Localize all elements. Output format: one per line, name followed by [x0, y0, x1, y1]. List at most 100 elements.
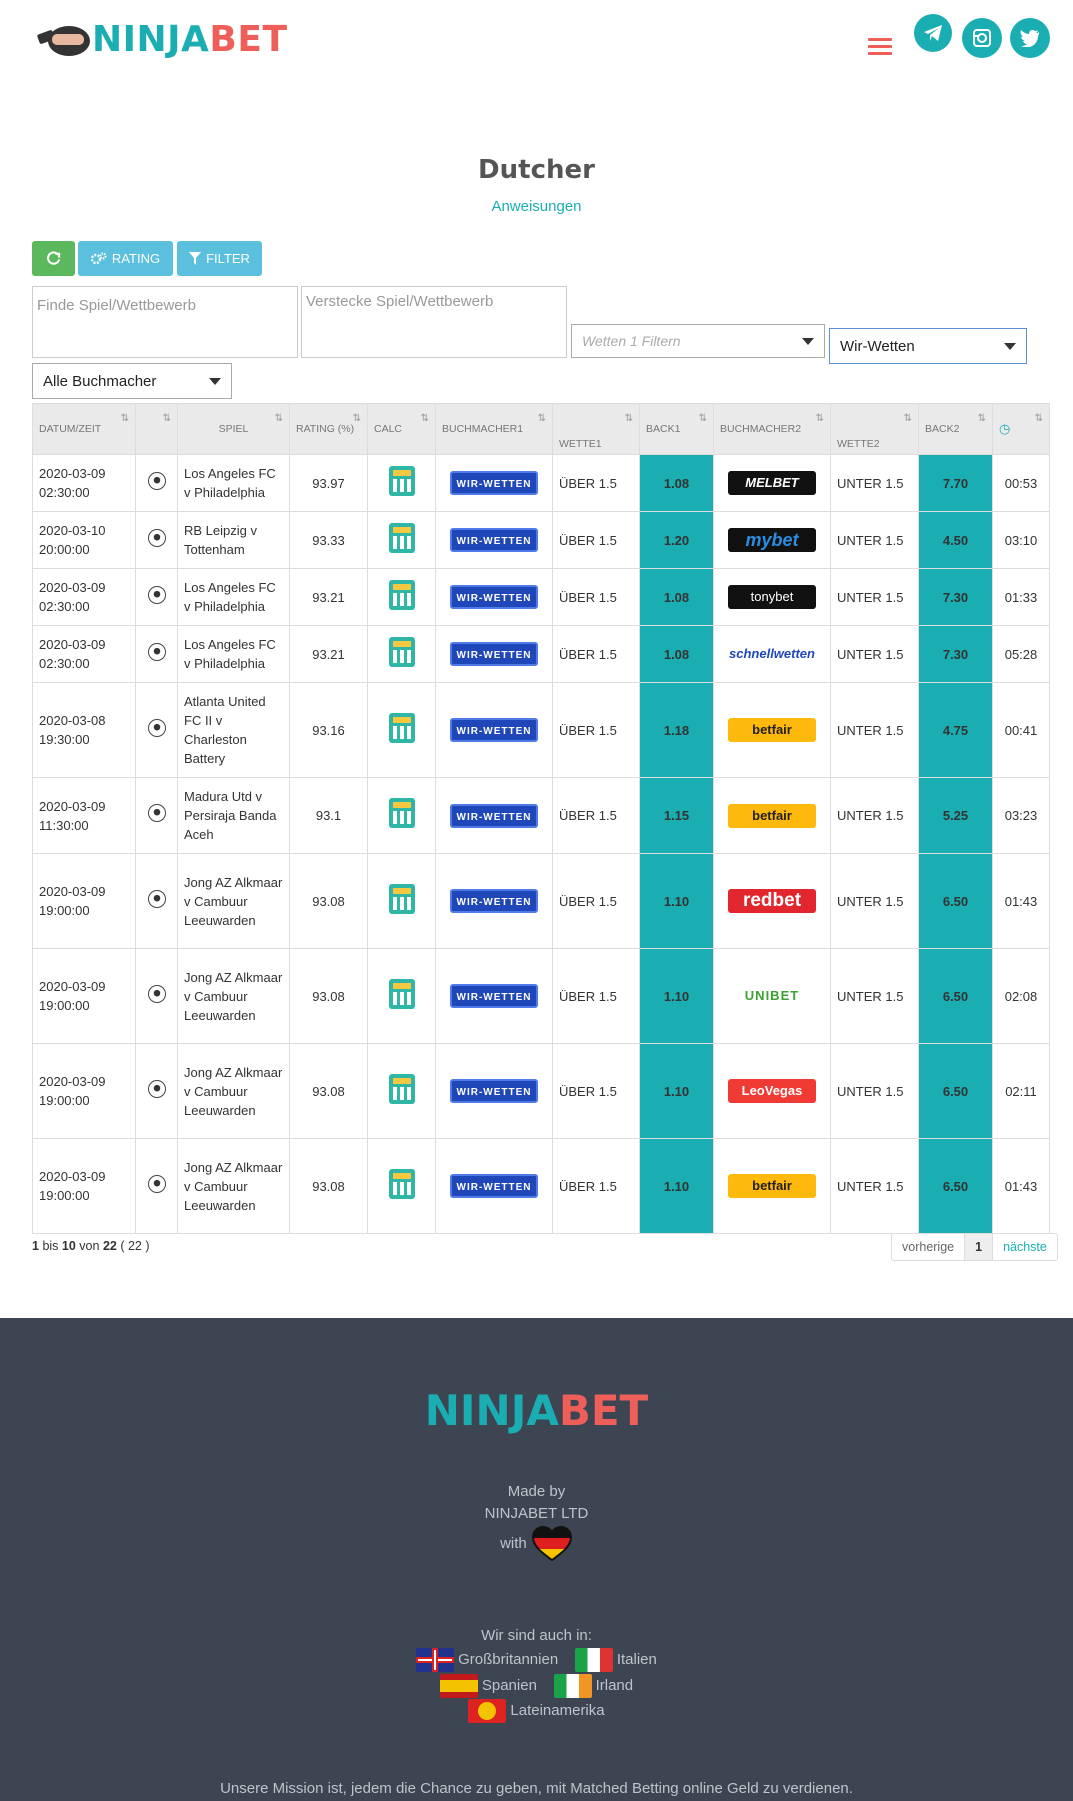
bookmaker1-logo[interactable]: WIR-WETTEN — [450, 1079, 538, 1103]
cell-calc — [367, 568, 436, 626]
prev-page-button[interactable]: vorherige — [892, 1234, 966, 1260]
bookmaker2-logo[interactable]: LeoVegas — [728, 1079, 816, 1103]
bookmaker1-logo[interactable]: WIR-WETTEN — [450, 642, 538, 666]
calculator-icon[interactable] — [388, 636, 415, 667]
col-header-date[interactable]: DATUM/ZEIT ⇅ — [32, 403, 136, 455]
cell-rating: 93.08 — [289, 853, 368, 949]
cell-sport — [135, 948, 178, 1044]
twitter-icon[interactable] — [1010, 18, 1050, 58]
next-page-button[interactable]: nächste — [993, 1234, 1057, 1260]
cell-rating: 93.08 — [289, 1043, 368, 1139]
cell-bookmaker1: WIR-WETTEN — [435, 777, 553, 854]
page-title: Dutcher — [478, 155, 595, 185]
page-button-1[interactable]: 1 — [965, 1234, 994, 1260]
cell-sport — [135, 777, 178, 854]
bookmaker1-logo[interactable]: WIR-WETTEN — [450, 718, 538, 742]
col-header-bet2[interactable]: WETTE2 ⇅ — [830, 403, 919, 455]
latam-flag-icon — [468, 1699, 507, 1723]
cell-bookmaker1: WIR-WETTEN — [435, 568, 553, 626]
chevron-down-icon — [209, 377, 221, 385]
bookmaker2-logo[interactable]: betfair — [728, 803, 816, 828]
cell-datetime: 2020-03-09 11:30:00 — [32, 777, 136, 854]
bookmaker2-select[interactable]: Wir-Wetten — [829, 328, 1027, 364]
country-latam[interactable]: Lateinamerika — [468, 1699, 605, 1723]
cell-bet2: UNTER 1.5 — [830, 853, 919, 949]
country-gb[interactable]: Großbritannien — [416, 1648, 558, 1672]
rating-button[interactable]: RATING — [78, 241, 173, 276]
cell-timer: 01:33 — [992, 568, 1050, 626]
cell-timer: 00:53 — [992, 454, 1050, 512]
cell-bet2: UNTER 1.5 — [830, 1043, 919, 1139]
bookmaker1-logo[interactable]: WIR-WETTEN — [450, 984, 538, 1008]
cell-datetime: 2020-03-09 02:30:00 — [32, 625, 136, 683]
cell-bet2: UNTER 1.5 — [830, 568, 919, 626]
bookmaker2-logo[interactable]: tonybet — [728, 585, 816, 609]
cell-bookmaker2: betfair — [713, 777, 831, 854]
hide-game-input[interactable]: Verstecke Spiel/Wettbewerb — [301, 286, 567, 358]
col-header-rating[interactable]: RATING (%) ⇅ — [289, 403, 368, 455]
calculator-icon[interactable] — [388, 978, 415, 1009]
country-row-3: Lateinamerika — [0, 1699, 1073, 1723]
bookmaker2-logo[interactable]: betfair — [728, 718, 816, 742]
bookmaker1-logo[interactable]: WIR-WETTEN — [450, 528, 538, 552]
country-ie[interactable]: Irland — [553, 1674, 633, 1698]
calculator-icon[interactable] — [388, 465, 415, 496]
calculator-icon[interactable] — [388, 522, 415, 553]
bookmaker1-logo[interactable]: WIR-WETTEN — [450, 471, 538, 495]
col-header-back1[interactable]: BACK1 ⇅ — [639, 403, 714, 455]
cell-calc — [367, 853, 436, 949]
col-header-sport[interactable]: ⇅ — [135, 403, 178, 455]
bookmaker1-logo[interactable]: WIR-WETTEN — [450, 803, 538, 828]
bookmaker1-logo[interactable]: WIR-WETTEN — [450, 1174, 538, 1198]
cell-bookmaker2: betfair — [713, 1138, 831, 1234]
col-header-bet1[interactable]: WETTE1 ⇅ — [552, 403, 640, 455]
calculator-icon[interactable] — [388, 883, 415, 914]
col-header-back2[interactable]: BACK2 ⇅ — [918, 403, 993, 455]
calculator-icon[interactable] — [388, 798, 415, 828]
find-game-input[interactable]: Finde Spiel/Wettbewerb — [32, 286, 298, 358]
cell-calc — [367, 1043, 436, 1139]
col-header-timer[interactable]: ◷ ⇅ — [992, 403, 1050, 455]
cell-rating: 93.08 — [289, 1138, 368, 1234]
cell-timer: 03:23 — [992, 777, 1050, 854]
bookmaker1-logo[interactable]: WIR-WETTEN — [450, 889, 538, 913]
instructions-link[interactable]: Anweisungen — [0, 198, 1073, 215]
refresh-button[interactable] — [32, 241, 75, 276]
bookmaker2-logo[interactable]: MELBET — [728, 471, 816, 495]
all-bookmakers-select[interactable]: Alle Buchmacher — [32, 363, 232, 399]
calculator-icon[interactable] — [388, 712, 415, 743]
bookmaker2-logo[interactable]: mybet — [728, 528, 816, 552]
footer-logo[interactable]: NINJABET — [0, 1386, 1073, 1435]
telegram-icon[interactable] — [914, 14, 952, 52]
cell-calc — [367, 1138, 436, 1234]
cell-timer: 02:08 — [992, 948, 1050, 1044]
col-header-bookmaker2[interactable]: BUCHMACHER2 ⇅ — [713, 403, 831, 455]
cell-bet1: ÜBER 1.5 — [552, 454, 640, 512]
cell-bookmaker2: betfair — [713, 682, 831, 778]
bookmaker2-logo[interactable]: UNIBET — [728, 984, 816, 1008]
calculator-icon[interactable] — [388, 1168, 415, 1199]
filter-button[interactable]: FILTER — [177, 241, 262, 276]
bookmaker2-logo[interactable]: betfair — [728, 1174, 816, 1198]
bookmaker2-logo[interactable]: schnellwetten — [728, 642, 816, 666]
col-header-game[interactable]: SPIEL ⇅ — [177, 403, 290, 455]
filter-button-label: FILTER — [206, 251, 250, 266]
hamburger-icon[interactable] — [868, 38, 892, 58]
cell-back2: 7.30 — [918, 625, 993, 683]
calculator-icon[interactable] — [388, 579, 415, 610]
cell-rating: 93.1 — [289, 777, 368, 854]
calculator-icon[interactable] — [388, 1073, 415, 1104]
bets1-filter-select[interactable]: Wetten 1 Filtern — [571, 324, 825, 358]
site-logo[interactable]: NINJA BET — [36, 18, 288, 62]
instagram-icon[interactable] — [962, 18, 1002, 58]
bookmaker2-selected: Wir-Wetten — [840, 337, 915, 355]
bookmaker1-logo[interactable]: WIR-WETTEN — [450, 585, 538, 609]
cell-back1: 1.08 — [639, 454, 714, 512]
bookmaker2-logo[interactable]: redbet — [728, 889, 816, 913]
col-header-bookmaker1[interactable]: BUCHMACHER1 ⇅ — [435, 403, 553, 455]
all-bookmakers-selected: Alle Buchmacher — [43, 372, 157, 390]
cell-bet1: ÜBER 1.5 — [552, 625, 640, 683]
country-it[interactable]: Italien — [574, 1648, 657, 1672]
country-es[interactable]: Spanien — [439, 1674, 537, 1698]
col-header-calc[interactable]: CALC ⇅ — [367, 403, 436, 455]
